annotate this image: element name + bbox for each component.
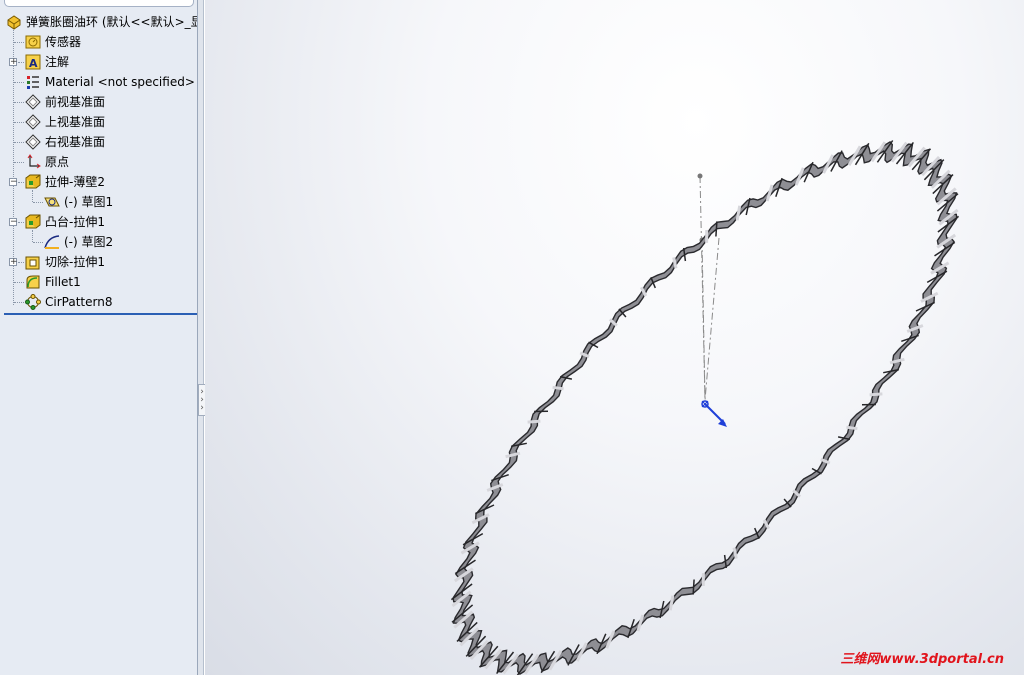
tree-item-cut-extrude1[interactable]: + 切除-拉伸1 [0, 252, 197, 272]
tree-item-label: 拉伸-薄壁2 [45, 175, 105, 189]
origin-icon [25, 154, 41, 170]
coil-segment [505, 451, 521, 459]
plane-icon [25, 134, 41, 150]
watermark-text: 三维网www.3dportal.cn [840, 652, 1004, 667]
tree-item-label: 传感器 [45, 35, 82, 49]
tree-item-label: Material <not specified> [45, 75, 195, 89]
tree-item-origin[interactable]: 原点 [0, 152, 197, 172]
collapse-toggle[interactable]: − [9, 178, 18, 187]
tree-root-part[interactable]: 弹簧胀圈油环 (默认<<默认>_显 [0, 12, 198, 32]
ring-band [452, 140, 958, 675]
coil-segment [668, 595, 675, 611]
plane-icon [25, 114, 41, 130]
graphics-viewport[interactable]: 三维网www.3dportal.cn [205, 0, 1024, 675]
sketch-centerlines [699, 175, 720, 401]
plane-icon [25, 94, 41, 110]
tree-item-thin-extrude2[interactable]: − 拉伸-薄壁2 [0, 172, 197, 192]
tree-item-label: 原点 [45, 155, 70, 169]
collapse-toggle[interactable]: − [9, 218, 18, 227]
tree-item-boss-extrude1[interactable]: − 凸台-拉伸1 [0, 212, 197, 232]
tree-item-cirpattern8[interactable]: CirPattern8 [0, 292, 197, 312]
tree-item-front-plane[interactable]: 前视基准面 [0, 92, 197, 112]
extrude-icon [25, 174, 41, 190]
tree-item-annotations[interactable]: + A 注解 [0, 52, 197, 72]
tree-item-label: 注解 [45, 55, 70, 69]
coil-edge [715, 221, 718, 237]
sensor-icon [25, 34, 41, 50]
expand-toggle[interactable]: + [9, 258, 18, 267]
tree-item-label: (-) 草图2 [64, 235, 114, 249]
sketch-point [697, 173, 703, 179]
coil-edge [692, 579, 695, 595]
tree-item-sketch2[interactable]: (-) 草图2 [0, 232, 197, 252]
tree-item-sensors[interactable]: 传感器 [0, 32, 197, 52]
feature-manager-tree: 弹簧胀圈油环 (默认<<默认>_显 传感器 + A 注解 Material <n… [0, 0, 198, 675]
coil-segment [552, 385, 564, 391]
annotation-icon: A [25, 54, 41, 70]
tree-filter-tab[interactable] [4, 0, 194, 7]
tree-item-top-plane[interactable]: 上视基准面 [0, 112, 197, 132]
coil-segment [735, 205, 742, 221]
part-icon [6, 14, 22, 30]
model-view [450, 140, 960, 675]
tree-item-fillet1[interactable]: Fillet1 [0, 272, 197, 292]
tree-item-material[interactable]: Material <not specified> [0, 72, 197, 92]
tree-item-label: 前视基准面 [45, 95, 106, 109]
origin-triad-icon [701, 400, 727, 427]
coil-segment [889, 357, 905, 365]
tree-item-label: (-) 草图1 [64, 195, 114, 209]
coil-segment [869, 392, 883, 397]
cut-extrude-icon [25, 254, 41, 270]
tree-item-label: 上视基准面 [45, 115, 106, 129]
expand-toggle[interactable]: + [9, 58, 18, 67]
tree-item-label: 切除-拉伸1 [45, 255, 105, 269]
svg-text:A: A [29, 57, 38, 70]
panel-splitter[interactable] [198, 0, 204, 675]
part-name-label: 弹簧胀圈油环 (默认<<默认>_显 [26, 15, 198, 29]
tree-item-label: 凸台-拉伸1 [45, 215, 105, 229]
tree-item-label: 右视基准面 [45, 135, 106, 149]
coil-segment [846, 425, 858, 431]
rollback-bar[interactable] [4, 313, 197, 315]
circular-pattern-icon [25, 294, 41, 310]
extrude-icon [25, 214, 41, 230]
sketch-icon [44, 194, 60, 210]
sketch-icon [44, 234, 60, 250]
tree-item-sketch1[interactable]: (-) 草图1 [0, 192, 197, 212]
material-icon [25, 74, 41, 90]
tree-item-label: CirPattern8 [45, 295, 113, 309]
fillet-icon [25, 274, 41, 290]
coil-segment [527, 419, 541, 424]
tree-item-right-plane[interactable]: 右视基准面 [0, 132, 197, 152]
tree-item-label: Fillet1 [45, 275, 81, 289]
